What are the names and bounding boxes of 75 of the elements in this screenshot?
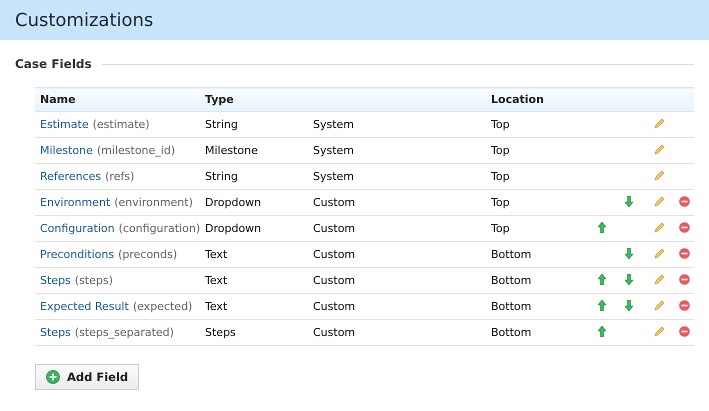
move-up-icon[interactable]: [598, 274, 606, 284]
field-location: Top: [491, 222, 510, 235]
field-origin: Custom: [313, 196, 356, 209]
system-name: (steps): [74, 274, 113, 287]
pencil-icon[interactable]: [654, 274, 664, 284]
move-down-icon[interactable]: [625, 196, 633, 206]
field-name-link[interactable]: Milestone: [40, 144, 93, 157]
field-location: Bottom: [491, 300, 532, 313]
pencil-icon[interactable]: [654, 196, 664, 206]
move-down-icon[interactable]: [625, 300, 633, 310]
pencil-icon[interactable]: [654, 300, 664, 310]
field-name-link[interactable]: Preconditions: [40, 248, 114, 261]
field-location: Top: [491, 196, 510, 209]
field-name-link[interactable]: Steps: [40, 326, 71, 339]
system-name: (milestone_id): [96, 144, 176, 157]
column-header: Location: [491, 93, 544, 106]
field-name-link[interactable]: Steps: [40, 274, 71, 287]
move-down-icon[interactable]: [625, 248, 633, 258]
delete-icon[interactable]: [678, 248, 690, 258]
plus-icon: [46, 370, 60, 384]
field-type: Steps: [205, 326, 236, 339]
field-origin: System: [313, 144, 354, 157]
move-up-icon[interactable]: [598, 300, 606, 310]
pencil-icon[interactable]: [654, 118, 664, 128]
system-name: (refs): [105, 170, 134, 183]
field-name-link[interactable]: Estimate: [40, 118, 89, 131]
field-type: String: [205, 170, 238, 183]
section-title: Case Fields: [15, 57, 92, 71]
field-name-link[interactable]: Configuration: [40, 222, 115, 235]
pencil-icon[interactable]: [654, 222, 664, 232]
pencil-icon[interactable]: [654, 144, 664, 154]
move-down-icon[interactable]: [625, 274, 633, 284]
field-type: Dropdown: [205, 222, 262, 235]
field-name-link[interactable]: Environment: [40, 196, 110, 209]
field-type: Text: [205, 300, 228, 313]
delete-icon[interactable]: [678, 326, 690, 336]
field-type: Dropdown: [205, 196, 262, 209]
field-origin: Custom: [313, 300, 356, 313]
field-name-link[interactable]: References: [40, 170, 102, 183]
field-location: Bottom: [491, 248, 532, 261]
field-origin: Custom: [313, 222, 356, 235]
system-name: (preconds): [118, 248, 178, 261]
delete-icon[interactable]: [678, 196, 690, 206]
delete-icon[interactable]: [678, 274, 690, 284]
move-up-icon[interactable]: [598, 222, 606, 232]
delete-icon[interactable]: [678, 222, 690, 232]
field-name-link[interactable]: Expected Result: [40, 300, 129, 313]
column-header: Name: [40, 93, 76, 106]
system-name: (environment): [114, 196, 193, 209]
field-origin: Custom: [313, 274, 356, 287]
pencil-icon[interactable]: [654, 248, 664, 258]
field-location: Top: [491, 144, 510, 157]
field-location: Bottom: [491, 326, 532, 339]
system-name: (steps_separated): [74, 326, 174, 339]
field-origin: System: [313, 118, 354, 131]
delete-icon[interactable]: [678, 300, 690, 310]
field-type: String: [205, 118, 238, 131]
move-up-icon[interactable]: [598, 326, 606, 336]
field-origin: System: [313, 170, 354, 183]
field-origin: Custom: [313, 326, 356, 339]
pencil-icon[interactable]: [654, 326, 664, 336]
system-name: (configuration): [118, 222, 200, 235]
field-type: Milestone: [205, 144, 258, 157]
column-header: Type: [205, 93, 234, 106]
field-type: Text: [205, 248, 228, 261]
field-location: Top: [491, 170, 510, 183]
system-name: (expected): [132, 300, 192, 313]
system-name: (estimate): [92, 118, 150, 131]
field-location: Top: [491, 118, 510, 131]
add-field-button[interactable]: Add Field: [35, 364, 140, 390]
field-origin: Custom: [313, 248, 356, 261]
field-location: Bottom: [491, 274, 532, 287]
pencil-icon[interactable]: [654, 170, 664, 180]
page-title: Customizations: [15, 10, 154, 30]
field-type: Text: [205, 274, 228, 287]
